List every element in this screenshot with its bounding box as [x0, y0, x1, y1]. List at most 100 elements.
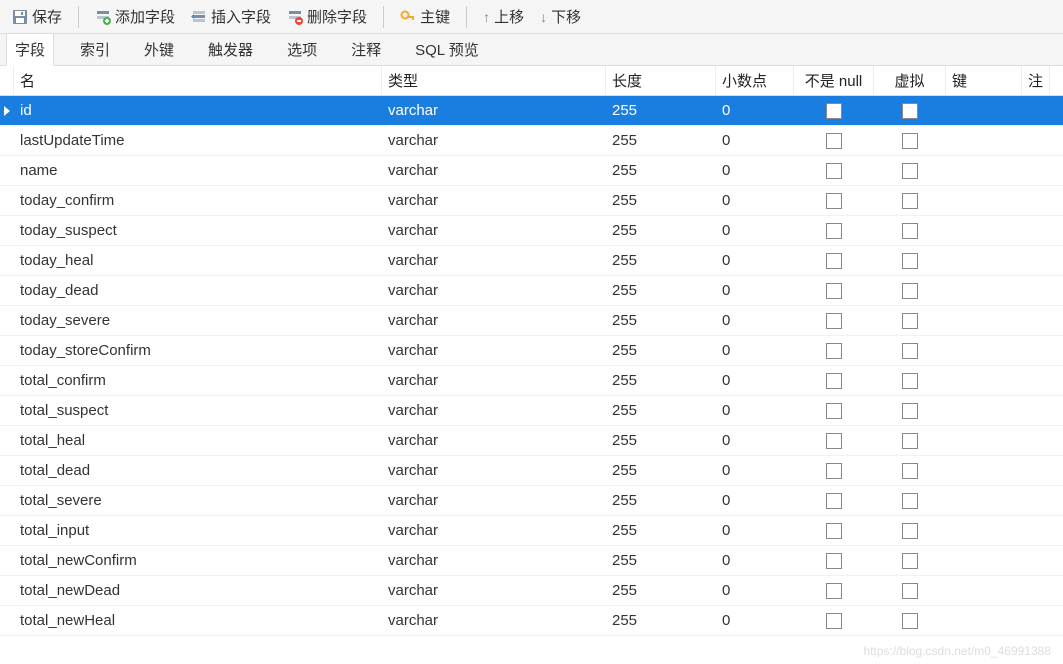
virtual-checkbox[interactable] [902, 343, 918, 359]
field-name-cell[interactable]: lastUpdateTime [14, 126, 382, 155]
table-row[interactable]: total_confirmvarchar2550 [0, 366, 1063, 396]
field-name-cell[interactable]: today_dead [14, 276, 382, 305]
field-note-cell[interactable] [1022, 486, 1050, 515]
field-length-cell[interactable]: 255 [606, 96, 716, 125]
notnull-checkbox[interactable] [826, 163, 842, 179]
table-row[interactable]: lastUpdateTimevarchar2550 [0, 126, 1063, 156]
table-row[interactable]: idvarchar2550 [0, 96, 1063, 126]
field-type-cell[interactable]: varchar [382, 516, 606, 545]
notnull-checkbox[interactable] [826, 253, 842, 269]
table-row[interactable]: total_severevarchar2550 [0, 486, 1063, 516]
save-button[interactable]: 保存 [6, 4, 68, 29]
field-type-cell[interactable]: varchar [382, 486, 606, 515]
col-header-note[interactable]: 注 [1022, 66, 1050, 95]
field-decimals-cell[interactable]: 0 [716, 336, 794, 365]
field-type-cell[interactable]: varchar [382, 546, 606, 575]
field-type-cell[interactable]: varchar [382, 366, 606, 395]
field-key-cell[interactable] [946, 576, 1022, 605]
field-length-cell[interactable]: 255 [606, 396, 716, 425]
notnull-checkbox[interactable] [826, 373, 842, 389]
notnull-checkbox[interactable] [826, 403, 842, 419]
virtual-checkbox[interactable] [902, 133, 918, 149]
tab-3[interactable]: 触发器 [200, 34, 261, 65]
field-length-cell[interactable]: 255 [606, 156, 716, 185]
field-type-cell[interactable]: varchar [382, 186, 606, 215]
notnull-checkbox[interactable] [826, 463, 842, 479]
notnull-checkbox[interactable] [826, 523, 842, 539]
field-length-cell[interactable]: 255 [606, 276, 716, 305]
field-note-cell[interactable] [1022, 216, 1050, 245]
field-key-cell[interactable] [946, 306, 1022, 335]
field-key-cell[interactable] [946, 516, 1022, 545]
field-note-cell[interactable] [1022, 246, 1050, 275]
field-type-cell[interactable]: varchar [382, 126, 606, 155]
field-note-cell[interactable] [1022, 426, 1050, 455]
field-decimals-cell[interactable]: 0 [716, 426, 794, 455]
field-key-cell[interactable] [946, 606, 1022, 635]
table-row[interactable]: total_suspectvarchar2550 [0, 396, 1063, 426]
field-length-cell[interactable]: 255 [606, 306, 716, 335]
field-length-cell[interactable]: 255 [606, 546, 716, 575]
field-key-cell[interactable] [946, 426, 1022, 455]
virtual-checkbox[interactable] [902, 583, 918, 599]
table-row[interactable]: total_newDeadvarchar2550 [0, 576, 1063, 606]
field-name-cell[interactable]: id [14, 96, 382, 125]
field-key-cell[interactable] [946, 396, 1022, 425]
tab-4[interactable]: 选项 [279, 34, 325, 65]
field-length-cell[interactable]: 255 [606, 126, 716, 155]
virtual-checkbox[interactable] [902, 223, 918, 239]
notnull-checkbox[interactable] [826, 103, 842, 119]
field-decimals-cell[interactable]: 0 [716, 246, 794, 275]
field-name-cell[interactable]: total_newDead [14, 576, 382, 605]
field-type-cell[interactable]: varchar [382, 246, 606, 275]
virtual-checkbox[interactable] [902, 253, 918, 269]
virtual-checkbox[interactable] [902, 313, 918, 329]
field-key-cell[interactable] [946, 366, 1022, 395]
field-name-cell[interactable]: today_heal [14, 246, 382, 275]
field-name-cell[interactable]: total_newHeal [14, 606, 382, 635]
notnull-checkbox[interactable] [826, 613, 842, 629]
field-type-cell[interactable]: varchar [382, 306, 606, 335]
virtual-checkbox[interactable] [902, 433, 918, 449]
field-key-cell[interactable] [946, 126, 1022, 155]
field-type-cell[interactable]: varchar [382, 456, 606, 485]
notnull-checkbox[interactable] [826, 223, 842, 239]
col-header-key[interactable]: 键 [946, 66, 1022, 95]
field-key-cell[interactable] [946, 276, 1022, 305]
table-row[interactable]: today_severevarchar2550 [0, 306, 1063, 336]
notnull-checkbox[interactable] [826, 343, 842, 359]
col-header-type[interactable]: 类型 [382, 66, 606, 95]
move-up-button[interactable]: ↑ 上移 [477, 4, 530, 29]
field-key-cell[interactable] [946, 216, 1022, 245]
add-field-button[interactable]: 添加字段 [89, 4, 181, 29]
field-type-cell[interactable]: varchar [382, 606, 606, 635]
field-decimals-cell[interactable]: 0 [716, 396, 794, 425]
field-note-cell[interactable] [1022, 456, 1050, 485]
field-type-cell[interactable]: varchar [382, 156, 606, 185]
field-name-cell[interactable]: today_storeConfirm [14, 336, 382, 365]
field-type-cell[interactable]: varchar [382, 336, 606, 365]
field-decimals-cell[interactable]: 0 [716, 126, 794, 155]
field-note-cell[interactable] [1022, 576, 1050, 605]
field-decimals-cell[interactable]: 0 [716, 366, 794, 395]
field-decimals-cell[interactable]: 0 [716, 276, 794, 305]
table-row[interactable]: today_deadvarchar2550 [0, 276, 1063, 306]
field-note-cell[interactable] [1022, 96, 1050, 125]
field-key-cell[interactable] [946, 156, 1022, 185]
field-type-cell[interactable]: varchar [382, 396, 606, 425]
field-length-cell[interactable]: 255 [606, 186, 716, 215]
table-row[interactable]: total_newHealvarchar2550 [0, 606, 1063, 636]
col-header-virtual[interactable]: 虚拟 [874, 66, 946, 95]
field-type-cell[interactable]: varchar [382, 216, 606, 245]
notnull-checkbox[interactable] [826, 283, 842, 299]
notnull-checkbox[interactable] [826, 583, 842, 599]
field-key-cell[interactable] [946, 186, 1022, 215]
field-decimals-cell[interactable]: 0 [716, 546, 794, 575]
field-note-cell[interactable] [1022, 546, 1050, 575]
field-length-cell[interactable]: 255 [606, 576, 716, 605]
field-length-cell[interactable]: 255 [606, 246, 716, 275]
field-note-cell[interactable] [1022, 276, 1050, 305]
virtual-checkbox[interactable] [902, 523, 918, 539]
virtual-checkbox[interactable] [902, 103, 918, 119]
field-decimals-cell[interactable]: 0 [716, 576, 794, 605]
